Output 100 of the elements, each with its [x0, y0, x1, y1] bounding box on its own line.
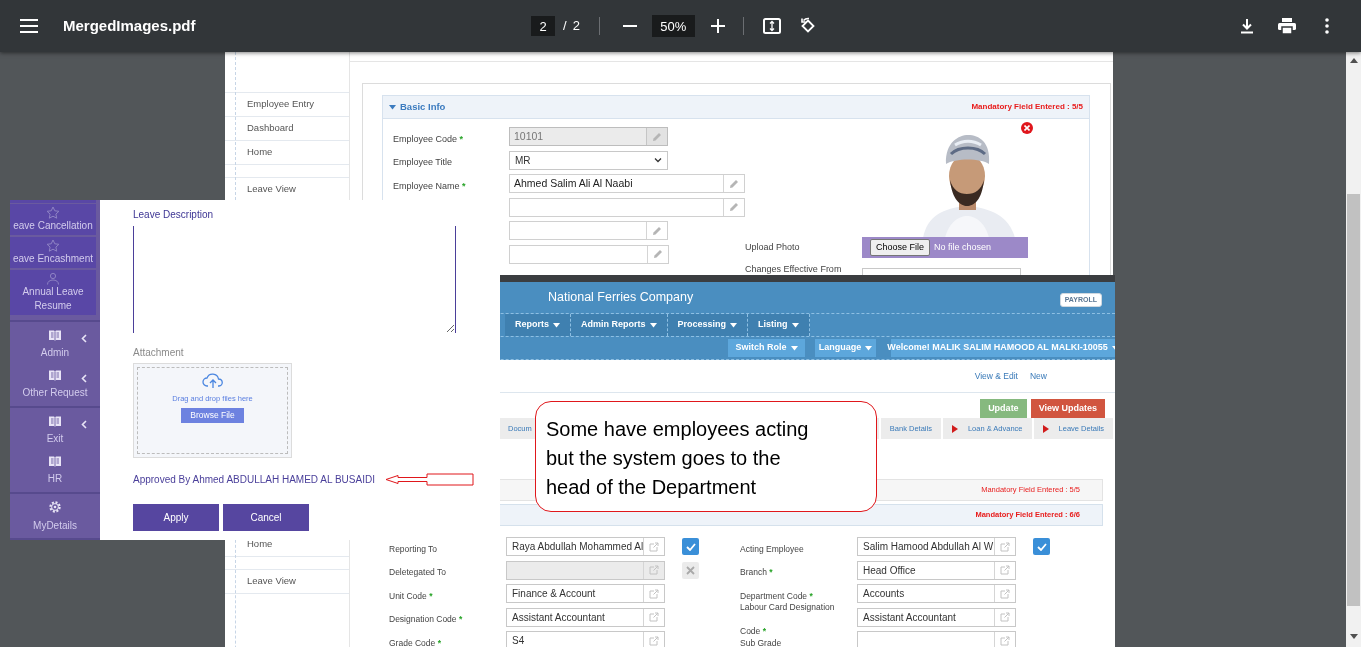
field-label: Employee Code *	[393, 133, 464, 144]
input-field[interactable]: S4	[506, 631, 665, 647]
checkbox[interactable]	[1033, 538, 1050, 556]
action-button[interactable]: View Updates	[1030, 399, 1105, 418]
checkbox[interactable]	[682, 538, 699, 556]
sidebar-item[interactable]: Leave View	[247, 182, 296, 197]
pencil-icon	[653, 249, 663, 260]
scrollbar[interactable]	[1346, 52, 1361, 647]
field-label: Labour Card Designation Code *	[740, 602, 835, 637]
company-name: National Ferries Company	[548, 289, 694, 307]
callout: Some have employees acting but the system goes to the head of the Department	[535, 401, 877, 512]
approver-text: Approved By Ahmed ABDULLAH HAMED AL BUSAIDI	[133, 473, 375, 487]
field-label: Leave Description	[133, 208, 214, 222]
sidebar-item[interactable]: MyDetails	[10, 496, 100, 536]
scroll-up-icon[interactable]	[1349, 58, 1358, 63]
page-count: 2	[572, 17, 580, 36]
pencil-icon	[729, 178, 739, 189]
menu-item[interactable]: Reports	[505, 314, 571, 336]
external-link-icon	[649, 612, 659, 623]
sidebar-item[interactable]: Leave View	[247, 574, 296, 589]
mandatory-status: Mandatory Field Entered : 5/5	[971, 101, 1083, 113]
check-icon	[685, 542, 696, 551]
sidebar-item[interactable]: HR	[10, 450, 100, 490]
zoom-field[interactable]: 50%	[651, 15, 695, 37]
sidebar-tile[interactable]: eave Encashment	[10, 237, 96, 268]
plus-icon	[710, 19, 725, 33]
caret-icon	[649, 322, 657, 328]
input-field[interactable]: Raya Abdullah Mohammed Al	[506, 537, 665, 557]
link[interactable]: View & Edit	[974, 369, 1018, 383]
section-toggle[interactable]: Basic Info	[389, 99, 446, 115]
external-link-icon	[649, 565, 659, 576]
scroll-thumb[interactable]	[1347, 194, 1360, 606]
input-field[interactable]: Assistant Accountant	[506, 607, 665, 627]
document-title: MergedImages.pdf	[63, 15, 196, 36]
check-icon	[1036, 542, 1047, 551]
field-label: Branch *	[740, 567, 773, 578]
sidebar-item[interactable]: Other Request	[10, 364, 100, 404]
external-link-icon	[1000, 612, 1010, 623]
browse-file-button[interactable]: Browse File	[181, 408, 244, 424]
book-icon	[48, 328, 62, 341]
input-field[interactable]	[857, 631, 1016, 647]
remove-photo-icon[interactable]	[1021, 122, 1033, 134]
sidebar-item[interactable]: Home	[247, 537, 273, 552]
field-label: Attachment	[133, 346, 184, 360]
star-icon	[46, 239, 60, 252]
field-label: Changes Effective From	[745, 263, 843, 275]
sidebar-tile[interactable]: eave Cancellation	[10, 204, 96, 235]
minus-icon	[622, 25, 637, 27]
input-field[interactable]: Finance & Account	[506, 584, 665, 604]
external-link-icon	[649, 588, 659, 599]
sidebar-item[interactable]: Admin	[10, 324, 100, 364]
choose-file-button[interactable]: Choose File	[870, 238, 931, 257]
scroll-down-icon[interactable]	[1349, 634, 1358, 639]
sidebar-item[interactable]: Home	[247, 145, 273, 160]
external-link-icon	[1000, 541, 1010, 552]
menu-item[interactable]: Listing	[748, 314, 810, 336]
download-icon	[1240, 18, 1254, 34]
external-link-icon	[1000, 565, 1010, 576]
dropdown-button[interactable]: Switch Role	[728, 339, 805, 357]
field-label: Upload Photo	[745, 240, 801, 254]
input-field[interactable]: Salim Hamood Abdullah Al W	[857, 537, 1016, 557]
dropdown-button[interactable]: Language	[815, 339, 876, 357]
field-label: Unit Code *	[389, 590, 433, 601]
link[interactable]: New	[1030, 369, 1047, 383]
caret-icon	[553, 322, 560, 328]
menu-icon	[20, 19, 38, 33]
menu-item[interactable]: Processing	[667, 314, 749, 336]
external-link-icon	[1000, 635, 1010, 646]
field-label: Employee Title	[393, 157, 453, 168]
select-field[interactable]: MR	[509, 150, 668, 170]
chevron-down-icon	[654, 157, 662, 163]
input-field[interactable]	[509, 244, 669, 264]
input-field[interactable]: Ahmed Salim Ali Al Naabi	[509, 174, 745, 194]
caret-icon	[730, 322, 738, 328]
upload-cloud-icon	[201, 373, 224, 389]
page-number-field[interactable]: 2	[531, 16, 555, 36]
input-field[interactable]	[509, 197, 745, 217]
field-label: Department Code *	[740, 590, 813, 601]
form-button[interactable]: Apply	[133, 504, 219, 531]
sidebar-item[interactable]: Employee Entry	[247, 97, 315, 112]
sidebar-item[interactable]: Dashboard	[247, 121, 294, 136]
book-icon	[48, 454, 62, 467]
file-input[interactable]: Choose File No file chosen	[862, 237, 1028, 258]
input-field[interactable]: Assistant Accountant	[857, 607, 1016, 627]
book-icon	[48, 414, 62, 427]
sidebar-item[interactable]: Exit	[10, 410, 100, 450]
field-label: Designation Code *	[389, 614, 463, 625]
description-field[interactable]	[133, 226, 456, 333]
field-label: Employee Name *	[393, 180, 466, 191]
star-icon	[46, 206, 60, 219]
field-label: Deletegated To	[389, 567, 447, 578]
menu-item[interactable]: Admin Reports	[571, 314, 668, 336]
sidebar-tile[interactable]: Annual Leave Resume	[10, 270, 96, 315]
input-field[interactable]	[509, 221, 668, 241]
caret-icon	[790, 345, 798, 351]
form-button[interactable]: Cancel	[223, 504, 309, 531]
pencil-icon	[652, 225, 662, 236]
input-field[interactable]: Accounts	[857, 584, 1016, 604]
input-field[interactable]: Head Office	[857, 560, 1016, 580]
external-link-icon	[649, 541, 659, 552]
